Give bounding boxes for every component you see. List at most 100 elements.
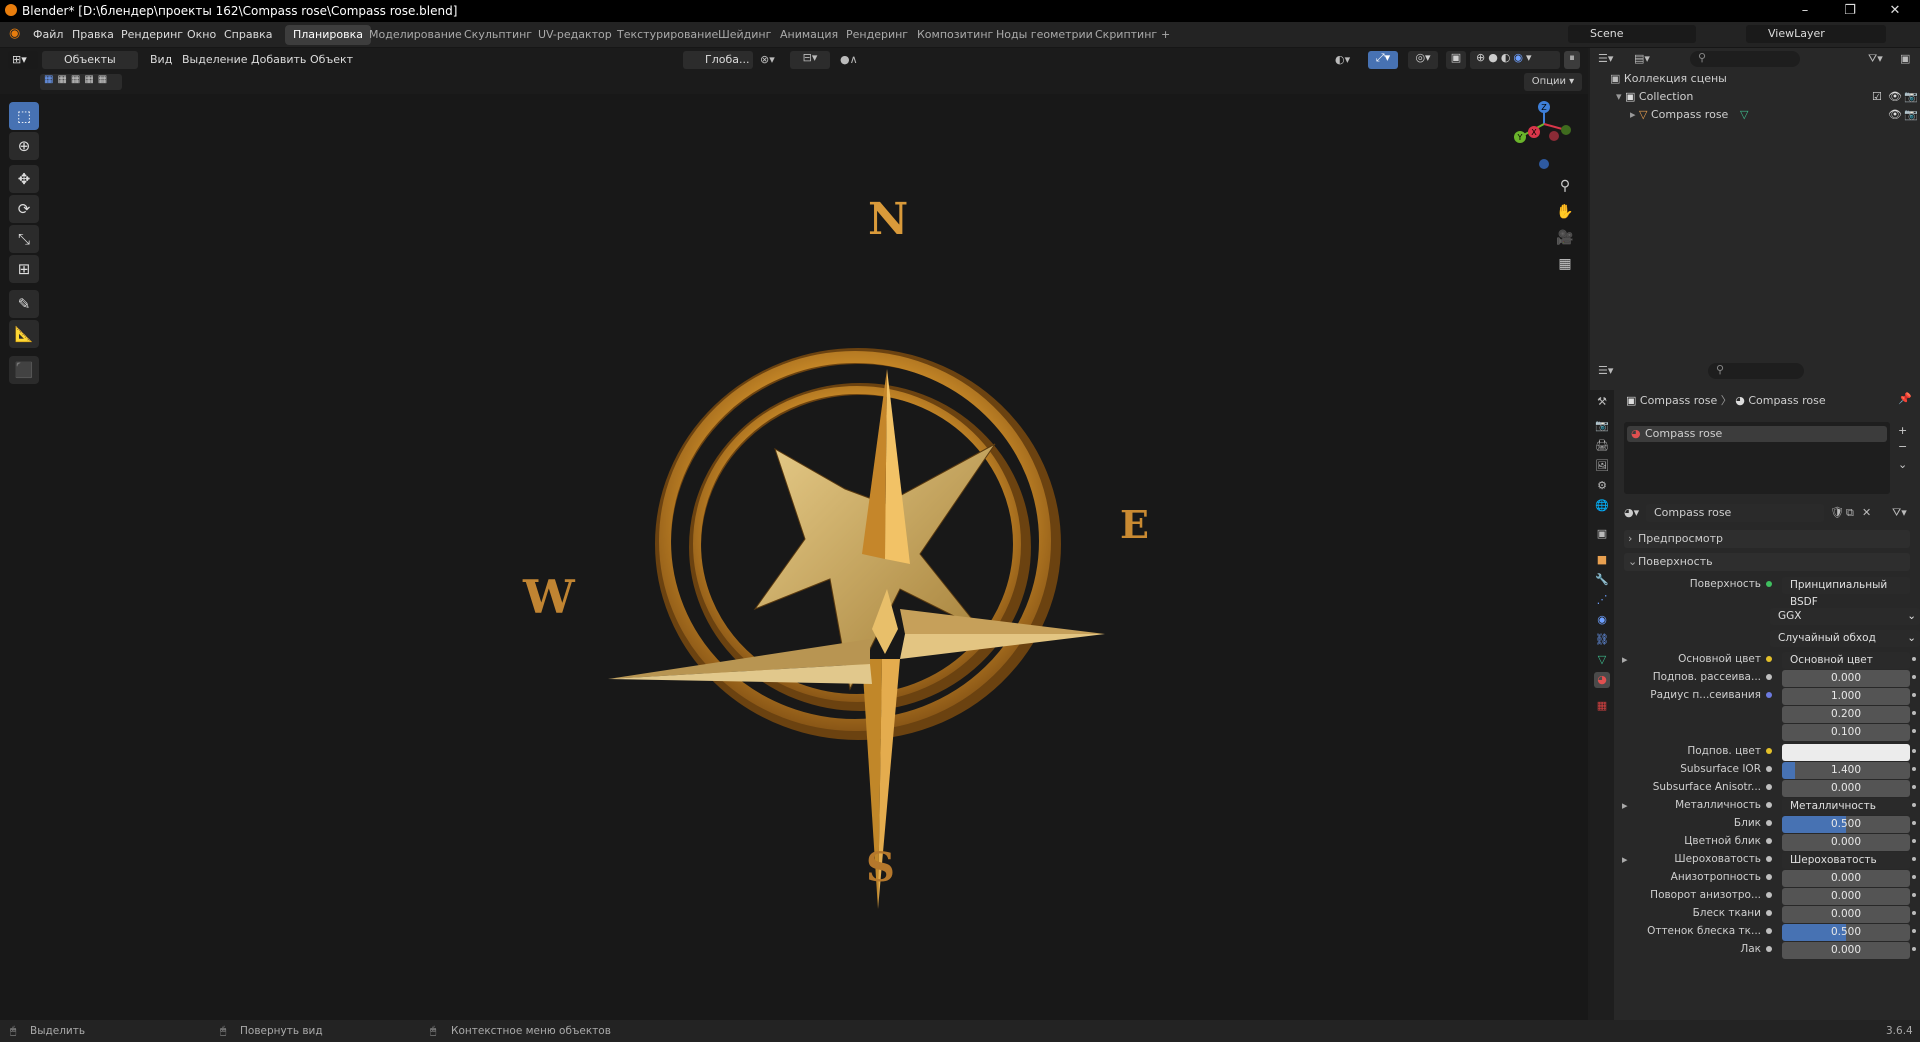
tab-modeling[interactable]: Моделирование: [361, 25, 470, 45]
object-render-icon[interactable]: 📷: [1904, 108, 1918, 121]
param-value-field[interactable]: 0.100: [1782, 724, 1910, 741]
world-tab-icon[interactable]: 🌐: [1594, 498, 1610, 514]
keyframe-dot-icon[interactable]: [1912, 785, 1916, 789]
keyframe-dot-icon[interactable]: [1912, 857, 1916, 861]
menu-help[interactable]: Справка: [224, 28, 272, 41]
transform-tool-icon[interactable]: ⊞: [9, 255, 39, 283]
zoom-icon[interactable]: ⚲: [1553, 174, 1577, 198]
properties-search-input[interactable]: ⚲: [1708, 363, 1804, 379]
menu-window[interactable]: Окно: [187, 28, 216, 41]
keyframe-dot-icon[interactable]: [1912, 839, 1916, 843]
param-value-field[interactable]: Шероховатость: [1782, 852, 1910, 869]
distribution-dropdown[interactable]: GGX ⌄: [1770, 608, 1920, 625]
keyframe-dot-icon[interactable]: [1912, 821, 1916, 825]
param-value-field[interactable]: 1.000: [1782, 688, 1910, 705]
ortho-grid-icon[interactable]: ▦: [1553, 252, 1577, 276]
new-collection-icon[interactable]: ▣: [1900, 52, 1910, 65]
input-socket-icon[interactable]: [1766, 656, 1772, 662]
menu-edit[interactable]: Правка: [72, 28, 114, 41]
keyframe-dot-icon[interactable]: [1912, 711, 1916, 715]
collection-checkbox-icon[interactable]: ☑: [1872, 90, 1882, 103]
input-socket-icon[interactable]: [1766, 820, 1772, 826]
expand-collection-icon[interactable]: ▾: [1616, 90, 1625, 103]
expand-object-icon[interactable]: ▸: [1630, 108, 1639, 121]
pan-hand-icon[interactable]: ✋: [1553, 200, 1577, 224]
material-name-field[interactable]: Compass rose: [1646, 504, 1824, 522]
restore-button[interactable]: ❐: [1830, 0, 1870, 22]
material-tab-icon[interactable]: ◕: [1594, 672, 1610, 688]
outliner-editor-type-icon[interactable]: ☰▾: [1598, 52, 1613, 65]
param-value-field[interactable]: 0.000: [1782, 780, 1910, 797]
proportional-edit-icon[interactable]: ●∧: [840, 53, 858, 66]
input-socket-icon[interactable]: [1766, 910, 1772, 916]
input-socket-icon[interactable]: [1766, 874, 1772, 880]
select-box-tool-icon[interactable]: ⬚: [9, 102, 39, 130]
scene-tab-icon[interactable]: ⚙: [1594, 478, 1610, 494]
overlay-toggle-icon[interactable]: ◎▾: [1408, 51, 1438, 69]
particles-tab-icon[interactable]: ⋰: [1594, 592, 1610, 608]
camera-view-icon[interactable]: 🎥: [1553, 226, 1577, 250]
object-row-compass-rose[interactable]: ▸ ▽ Compass rose ▽ 👁 📷: [1630, 108, 1918, 124]
constraints-tab-icon[interactable]: ⛓: [1594, 632, 1610, 648]
param-value-field[interactable]: 0.000: [1782, 670, 1910, 687]
input-socket-icon[interactable]: [1766, 838, 1772, 844]
keyframe-dot-icon[interactable]: [1912, 657, 1916, 661]
annotate-tool-icon[interactable]: ✎: [9, 290, 39, 318]
tab-layout[interactable]: Планировка: [285, 25, 371, 45]
param-value-field[interactable]: 0.000: [1782, 942, 1910, 959]
param-value-field[interactable]: 0.000: [1782, 870, 1910, 887]
input-socket-icon[interactable]: [1766, 946, 1772, 952]
physics-tab-icon[interactable]: ◉: [1594, 612, 1610, 628]
param-value-field[interactable]: 0.000: [1782, 906, 1910, 923]
unlink-material-icon[interactable]: ✕: [1862, 506, 1871, 519]
menu-object[interactable]: Объект: [310, 53, 353, 66]
param-value-field[interactable]: 0.000: [1782, 834, 1910, 851]
xray-toggle-icon[interactable]: ▣: [1446, 51, 1466, 69]
remove-slot-button[interactable]: −: [1898, 440, 1907, 453]
output-tab-icon[interactable]: 🖨: [1594, 438, 1610, 454]
pause-icon[interactable]: ⏸: [1564, 51, 1580, 69]
tab-animation[interactable]: Анимация: [772, 25, 846, 45]
param-value-field[interactable]: 1.400: [1782, 762, 1910, 779]
rotate-tool-icon[interactable]: ⟳: [9, 195, 39, 223]
expand-input-icon[interactable]: ▸: [1622, 799, 1628, 812]
keyframe-dot-icon[interactable]: [1912, 911, 1916, 915]
shading-mode-icons[interactable]: ⊕●◐◉▾: [1470, 51, 1560, 69]
tab-texture-paint[interactable]: Текстурирование: [609, 25, 726, 45]
pin-icon[interactable]: 📌: [1898, 392, 1912, 405]
object-tab-icon[interactable]: ■: [1594, 552, 1610, 568]
input-socket-icon[interactable]: [1766, 692, 1772, 698]
gizmo-toggle-icon[interactable]: ⤢▾: [1368, 51, 1398, 69]
filter-icon[interactable]: ⛛▾: [1868, 52, 1883, 66]
slot-specials-icon[interactable]: ⌄: [1898, 458, 1907, 471]
collection-visibility-icon[interactable]: 👁: [1888, 90, 1902, 103]
editor-type-button[interactable]: ⊞▾: [8, 51, 38, 69]
collection-row[interactable]: ▾ ▣ Collection ☑ 👁 📷: [1616, 90, 1918, 106]
keyframe-dot-icon[interactable]: [1912, 729, 1916, 733]
input-socket-icon[interactable]: [1766, 748, 1772, 754]
keyframe-dot-icon[interactable]: [1912, 893, 1916, 897]
menu-render[interactable]: Рендеринг: [121, 28, 183, 41]
input-socket-icon[interactable]: [1766, 802, 1772, 808]
surface-panel-header[interactable]: ⌄ Поверхность: [1624, 553, 1910, 571]
collection-render-icon[interactable]: 📷: [1904, 90, 1918, 103]
menu-add[interactable]: Добавить: [251, 53, 306, 66]
material-filter-icon[interactable]: ⛛▾: [1892, 506, 1907, 520]
move-tool-icon[interactable]: ✥: [9, 165, 39, 193]
display-mode-icon[interactable]: ▤▾: [1634, 52, 1650, 65]
object-visibility-icon[interactable]: 👁: [1888, 108, 1902, 121]
snap-icon[interactable]: ⊟▾: [790, 51, 830, 69]
cursor-tool-icon[interactable]: ⊕: [9, 132, 39, 160]
keyframe-dot-icon[interactable]: [1912, 803, 1916, 807]
tab-sculpting[interactable]: Скульптинг: [456, 25, 540, 45]
duplicate-material-icon[interactable]: ⧉: [1846, 506, 1854, 520]
options-dropdown[interactable]: Опции ▾: [1524, 73, 1582, 91]
tab-geometry-nodes[interactable]: Ноды геометрии: [988, 25, 1101, 45]
input-socket-icon[interactable]: [1766, 892, 1772, 898]
keyframe-dot-icon[interactable]: [1912, 675, 1916, 679]
param-value-field[interactable]: 0.500: [1782, 816, 1910, 833]
tab-shading[interactable]: Шейдинг: [710, 25, 779, 45]
texture-tab-icon[interactable]: ▦: [1594, 698, 1610, 714]
measure-tool-icon[interactable]: 📐: [9, 320, 39, 348]
navigation-gizmo[interactable]: Z Y X: [1496, 94, 1576, 174]
